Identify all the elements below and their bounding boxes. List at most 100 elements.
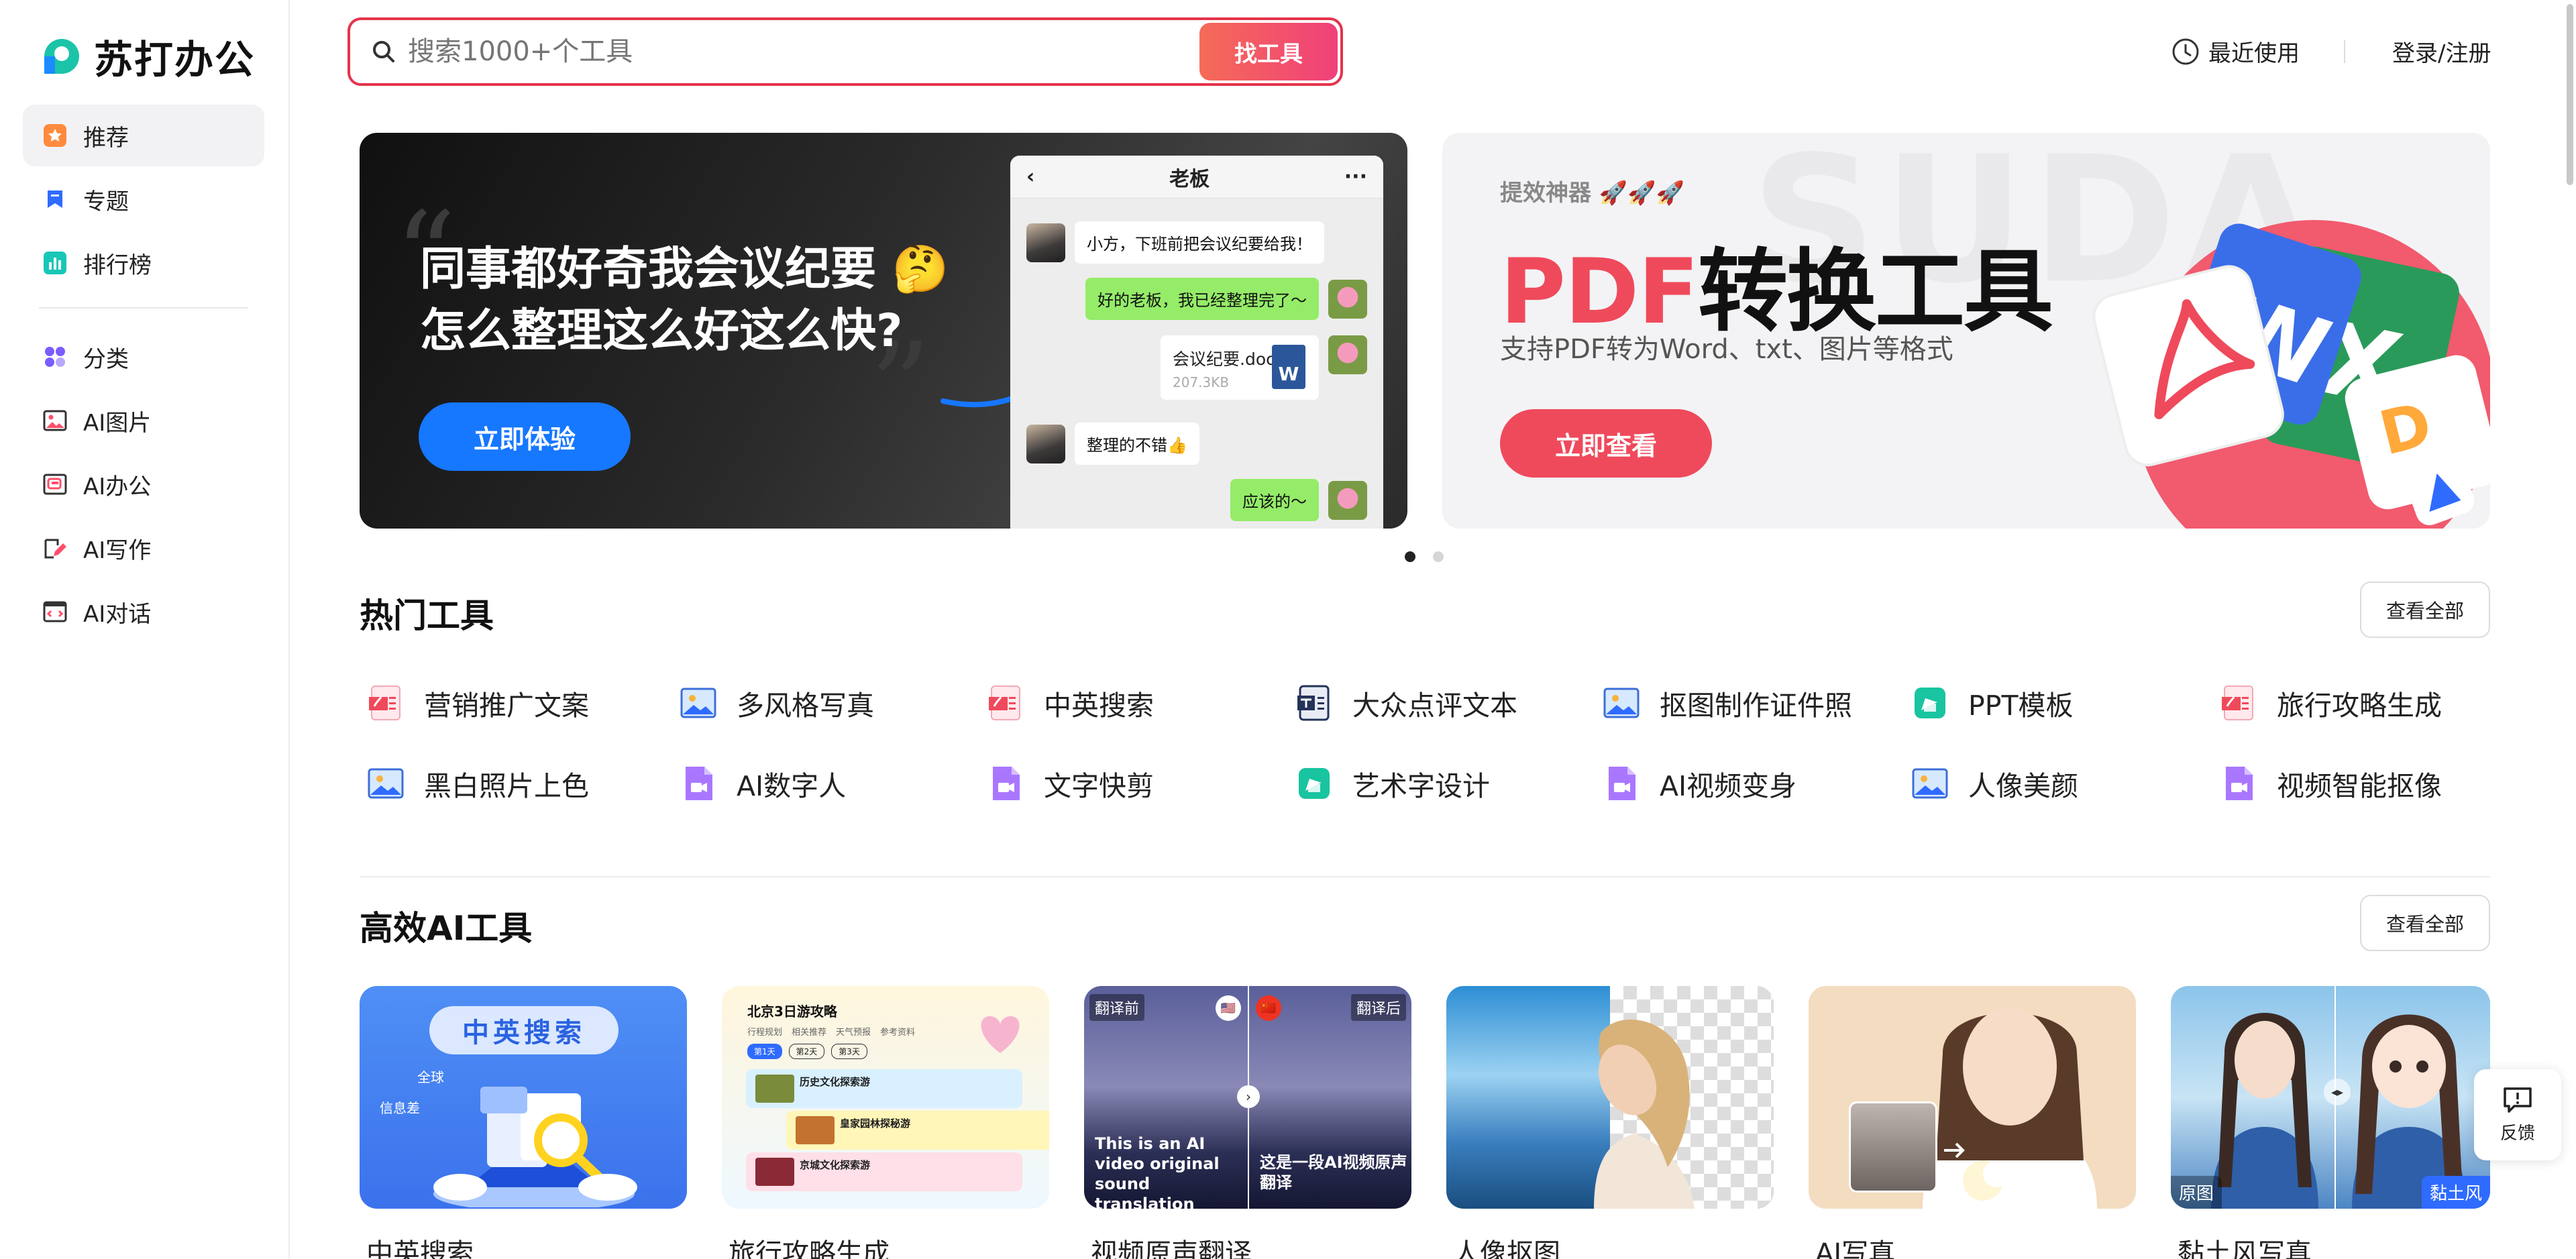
compare-handle-icon[interactable]: ›: [1237, 1085, 1260, 1108]
video-doc-icon: [1602, 764, 1641, 803]
card-badge: 中英搜索: [429, 1006, 619, 1054]
tool-card-ai-portrait[interactable]: [1809, 986, 2136, 1209]
logo[interactable]: 苏打办公: [39, 28, 255, 85]
chat-message: 好的老板，我已经整理完了～: [1085, 278, 1367, 320]
recent-used-button[interactable]: 最近使用: [2171, 35, 2300, 68]
more-icon: ···: [1344, 165, 1367, 188]
avatar: [1328, 480, 1367, 520]
search-icon: [373, 41, 394, 62]
sidebar-item-label: 排行榜: [83, 252, 152, 279]
brand-name: 苏打办公: [94, 37, 256, 83]
card-label[interactable]: 视频原声翻译: [1091, 1231, 1252, 1259]
avatar: [1328, 279, 1367, 319]
sidebar-item-ai-writing[interactable]: AI写作: [23, 517, 264, 579]
ppt-icon: [1911, 683, 1949, 722]
carousel-dot[interactable]: [1405, 551, 1415, 562]
hot-tool-label: 中英搜索: [1044, 690, 1154, 722]
search-input[interactable]: [408, 36, 1199, 67]
picture-icon: [1602, 683, 1641, 722]
hot-tool-label: 营销推广文案: [424, 690, 589, 722]
sidebar-item-ai-image[interactable]: AI图片: [23, 390, 264, 451]
sidebar-item-ai-chat[interactable]: AI对话: [23, 581, 264, 643]
hot-tool-item[interactable]: 文字快剪: [986, 763, 1154, 804]
card-label[interactable]: 旅行攻略生成: [729, 1231, 890, 1259]
hot-tool-item[interactable]: PPT模板: [1911, 683, 2074, 723]
card-tabs: 行程规划 相关推荐 天气预报 参考资料: [747, 1028, 916, 1038]
hot-tool-item[interactable]: 旅行攻略生成: [2219, 683, 2442, 723]
search-illustration: [433, 1087, 637, 1207]
picture-icon: [1911, 764, 1949, 803]
hot-tool-item[interactable]: 营销推广文案: [366, 683, 589, 723]
hot-tool-item[interactable]: 人像美颜: [1911, 763, 2078, 804]
hot-tool-label: 艺术字设计: [1352, 770, 1490, 802]
page: 苏打办公 推荐 专题 排行榜 分类 AI图片 AI办公 AI写作 AI对话 搜索…: [0, 0, 2576, 1259]
word-file-icon: W: [1272, 345, 1305, 389]
banner-pdf-converter[interactable]: SUDA X D W 提效神器 🚀🚀🚀 PDF转换工具 支持PDF转为Word、…: [1442, 133, 2490, 529]
tool-card-video-translation[interactable]: 翻译前 翻译后 🇺🇸 🇨🇳 › This is an AI video orig…: [1084, 986, 1411, 1209]
hot-tool-item[interactable]: AI数字人: [679, 763, 846, 804]
avatar: [1026, 223, 1065, 262]
pdf-doc-icon: [986, 683, 1025, 722]
tool-card-portrait-cutout[interactable]: [1446, 986, 1774, 1209]
spot-item: 皇家园林探秘游: [786, 1111, 1049, 1150]
card-tag: 信息差: [380, 1100, 420, 1116]
arrow-icon: [1944, 1142, 1965, 1158]
hot-tool-item[interactable]: 抠图制作证件照: [1602, 683, 1852, 723]
hot-tool-item[interactable]: AI视频变身: [1602, 763, 1796, 804]
sidebar-item-recommend[interactable]: 推荐: [23, 105, 264, 166]
sidebar-item-category[interactable]: 分类: [23, 326, 264, 388]
hot-tool-label: AI视频变身: [1660, 770, 1797, 802]
back-icon: ‹: [1026, 165, 1035, 188]
tool-card-search[interactable]: 中英搜索 全球 信息差: [360, 986, 687, 1209]
spot-item: 京城文化探索游: [746, 1152, 1022, 1191]
compare-handle-icon[interactable]: ◂▸: [2324, 1079, 2351, 1105]
hot-tool-item[interactable]: 黑白照片上色: [366, 763, 589, 804]
spot-item: 历史文化探索游: [746, 1069, 1022, 1108]
hot-tool-item[interactable]: 中英搜索: [986, 683, 1154, 723]
search-bar: 找工具: [347, 17, 1343, 86]
page-scrollbar[interactable]: [2567, 4, 2573, 185]
bookmark-icon: [42, 186, 68, 213]
carousel-dot[interactable]: [1433, 551, 1444, 562]
chat-title: 老板: [1169, 167, 1210, 191]
sidebar-item-topics[interactable]: 专题: [23, 168, 264, 230]
ranking-icon: [42, 250, 68, 276]
sidebar-item-ai-office[interactable]: AI办公: [23, 453, 264, 515]
card-heading: 北京3日游攻略: [747, 1003, 837, 1020]
feedback-button[interactable]: 反馈: [2474, 1069, 2561, 1160]
banner-meeting-minutes[interactable]: “ ” 同事都好奇我会议纪要 🤔 怎么整理这么好这么快? 立即体验 ‹ 老板 ·…: [360, 133, 1407, 529]
source-thumbnail: [1849, 1101, 1937, 1193]
sidebar-item-label: 推荐: [83, 124, 129, 152]
cn-flag-icon: 🇨🇳: [1256, 995, 1281, 1021]
login-register-link[interactable]: 登录/注册: [2392, 35, 2491, 68]
tool-card-clay-style[interactable]: ◂▸ 原图 黏土风: [2171, 986, 2490, 1209]
banner-tag: 提效神器 🚀🚀🚀: [1500, 180, 1684, 207]
view-all-button[interactable]: 查看全部: [2360, 895, 2490, 951]
category-icon: [42, 343, 68, 370]
video-doc-icon: [679, 764, 718, 803]
hot-tool-item[interactable]: 大众点评文本: [1295, 683, 1517, 723]
card-label[interactable]: 人像抠图: [1453, 1231, 1560, 1259]
view-now-button[interactable]: 立即查看: [1500, 409, 1712, 478]
sidebar-item-label: 专题: [83, 188, 129, 215]
hot-tool-item[interactable]: 多风格写真: [679, 683, 874, 723]
sidebar-divider: [39, 307, 248, 309]
hot-tool-item[interactable]: 艺术字设计: [1295, 763, 1490, 804]
try-now-button[interactable]: 立即体验: [419, 402, 631, 471]
avatar: [1026, 424, 1065, 463]
card-label[interactable]: 黏土风写真: [2178, 1231, 2312, 1259]
sidebar-item-ranking[interactable]: 排行榜: [23, 232, 264, 294]
hot-tool-label: 大众点评文本: [1352, 690, 1517, 722]
clock-icon: [2172, 38, 2199, 64]
search-button[interactable]: 找工具: [1199, 23, 1338, 80]
view-all-button[interactable]: 查看全部: [2360, 582, 2490, 638]
card-label[interactable]: 中英搜索: [366, 1231, 474, 1259]
carousel-dots: [1405, 551, 1444, 562]
banner-title: 同事都好奇我会议纪要 🤔 怎么整理这么好这么快?: [420, 243, 949, 358]
card-label[interactable]: AI写真: [1815, 1231, 1895, 1259]
hot-tool-item[interactable]: 视频智能抠像: [2219, 763, 2442, 804]
tool-card-travel[interactable]: 北京3日游攻略 行程规划 相关推荐 天气预报 参考资料 第1天 第2天 第3天 …: [722, 986, 1049, 1209]
hot-tool-label: 人像美颜: [1968, 770, 2078, 802]
sidebar-item-label: AI写作: [83, 537, 152, 564]
sidebar-nav: 推荐 专题 排行榜 分类 AI图片 AI办公 AI写作 AI对话: [23, 105, 264, 645]
